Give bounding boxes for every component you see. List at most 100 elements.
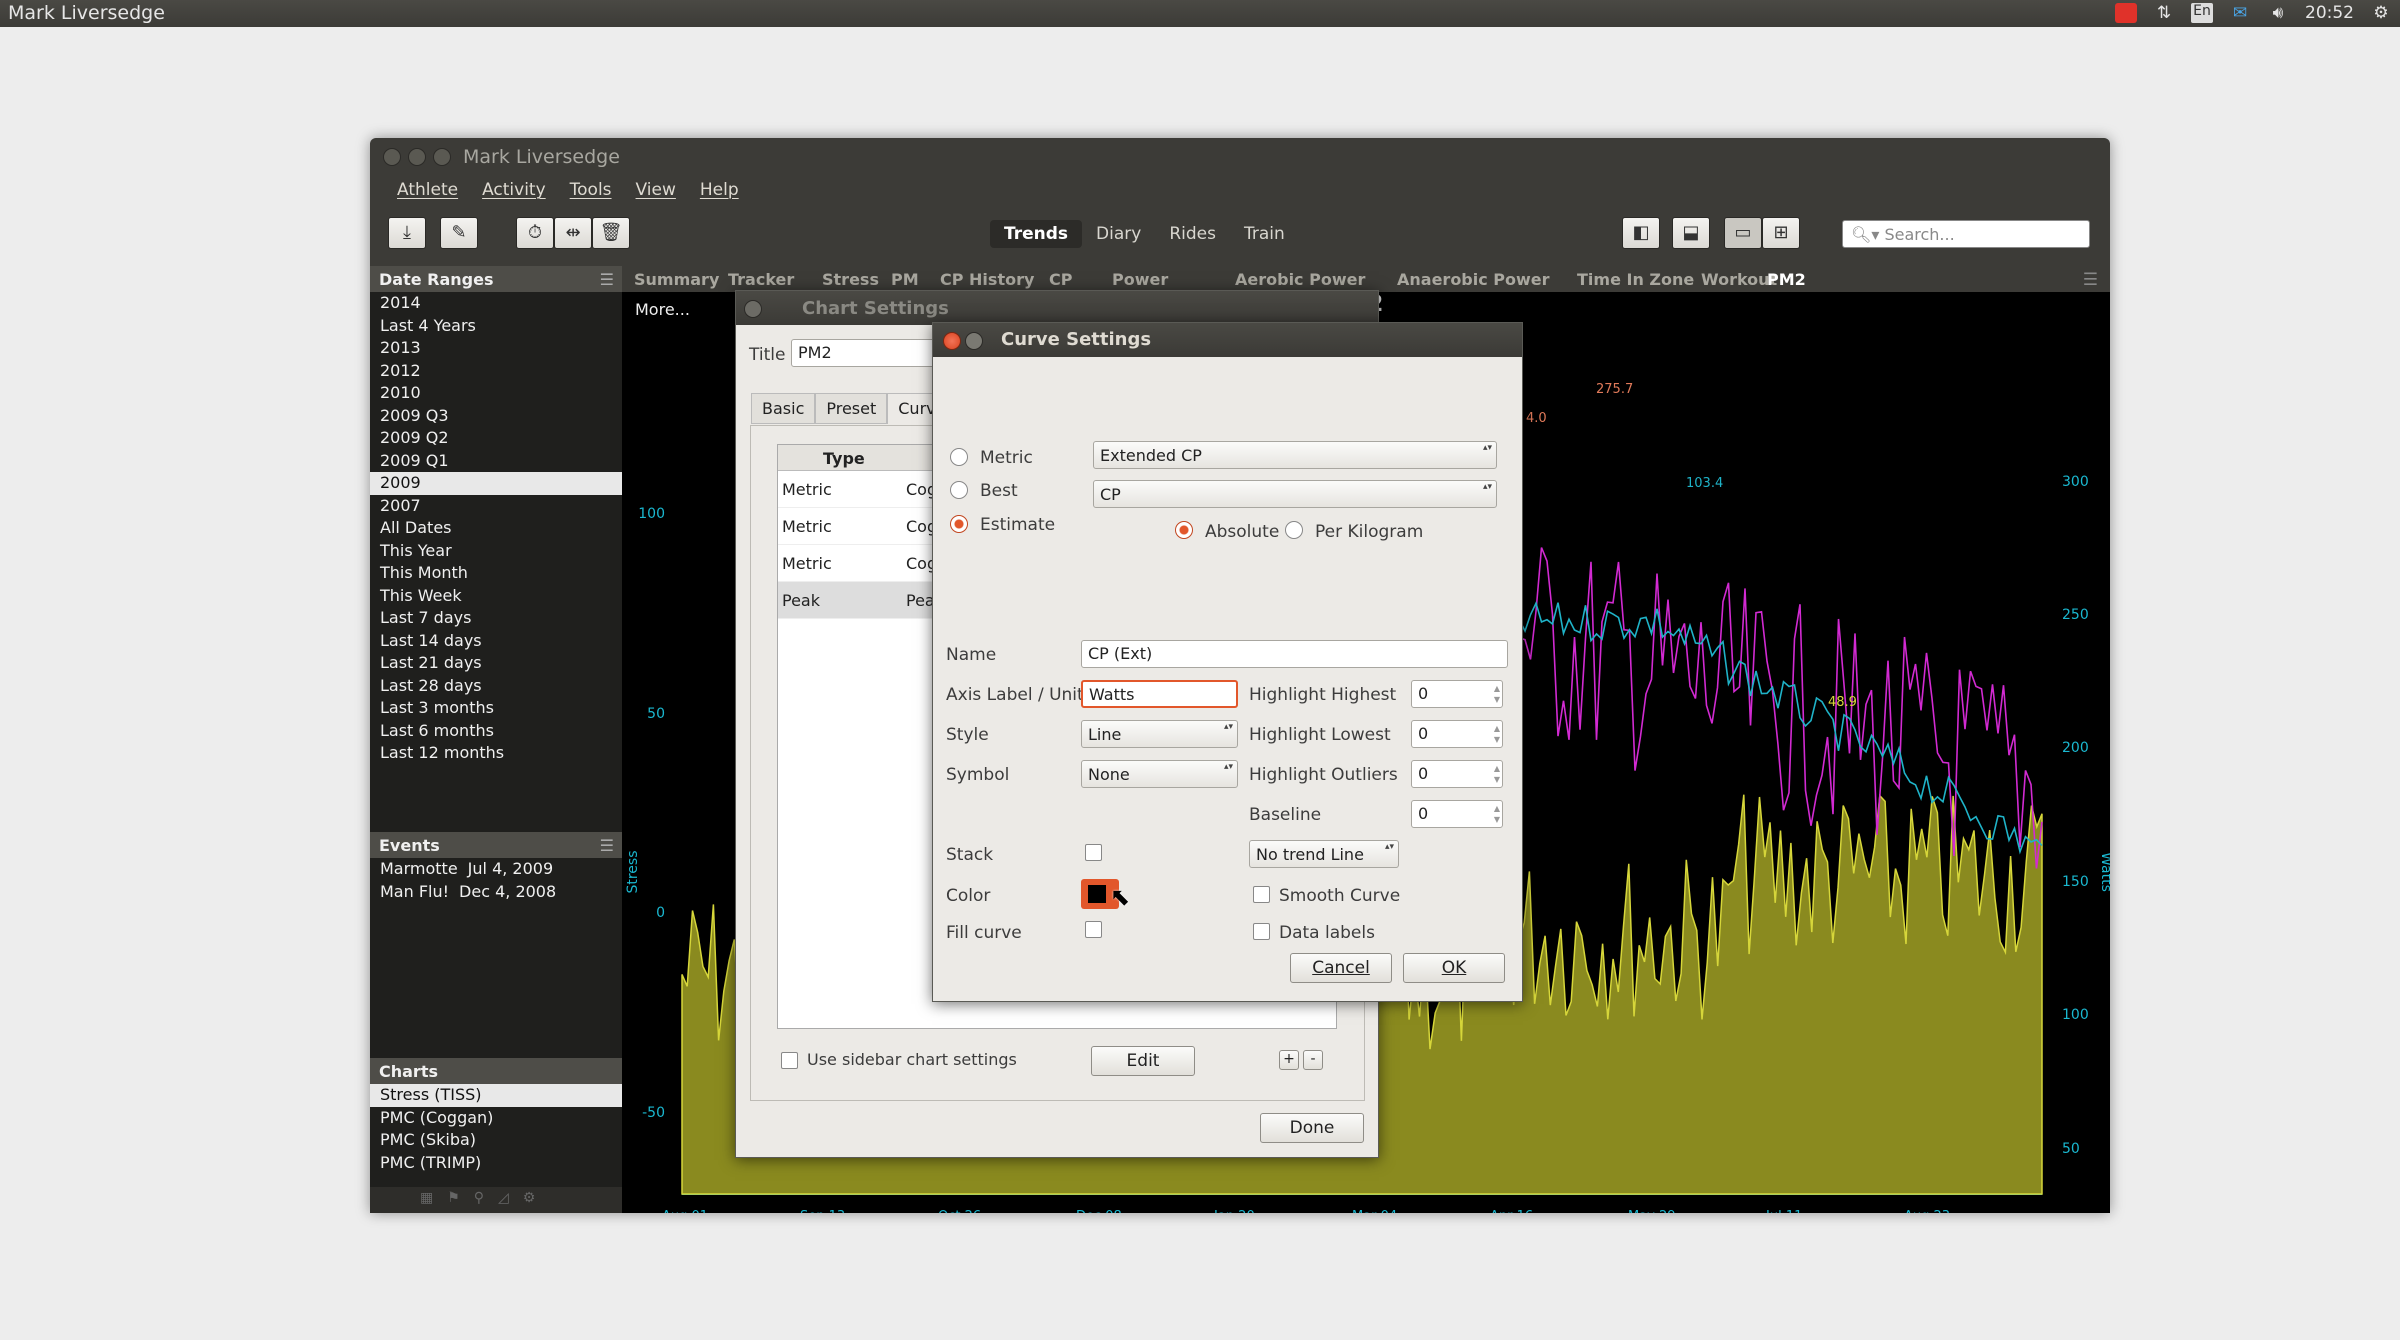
date-range-item[interactable]: This Month [370, 562, 622, 585]
date-range-item[interactable]: 2014 [370, 292, 622, 315]
split-icon[interactable]: ⇹ [554, 217, 592, 249]
chart-tab[interactable]: Stress [822, 270, 879, 289]
date-range-item[interactable]: 2007 [370, 495, 622, 518]
edit-button[interactable]: Edit [1091, 1046, 1195, 1076]
date-range-item[interactable]: 2010 [370, 382, 622, 405]
metric-select[interactable]: Extended CP [1093, 441, 1497, 469]
remove-curve-button[interactable]: - [1303, 1050, 1323, 1070]
chart-tab[interactable]: CP [1049, 270, 1072, 289]
done-button[interactable]: Done [1260, 1113, 1364, 1143]
chart-tab[interactable]: Anaerobic Power [1397, 270, 1550, 289]
close-icon[interactable] [943, 332, 961, 350]
best-radio[interactable] [950, 481, 968, 499]
best-select[interactable]: CP [1093, 480, 1497, 508]
chart-list-item[interactable]: PMC (Coggan) [370, 1107, 622, 1130]
chart-tab[interactable]: Workout [1701, 270, 1777, 289]
date-range-item[interactable]: 2009 Q2 [370, 427, 622, 450]
menu-tools[interactable]: Tools [558, 176, 624, 206]
chart-tab[interactable]: PM2 [1767, 270, 1806, 289]
delete-icon[interactable]: 🗑︎ [592, 217, 630, 249]
trend-select[interactable]: No trend Line [1249, 840, 1399, 868]
view-diary[interactable]: Diary [1082, 220, 1155, 248]
tabs-menu-icon[interactable]: ☰ [2083, 270, 2098, 290]
tab-preset[interactable]: Preset [815, 393, 888, 424]
fill-curve-checkbox[interactable] [1085, 921, 1102, 938]
name-input[interactable]: CP (Ext) [1081, 640, 1508, 668]
close-window-button[interactable] [383, 148, 401, 166]
chart-tab[interactable]: CP History [940, 270, 1034, 289]
menu-view[interactable]: View [624, 176, 688, 206]
mail-icon[interactable]: ✉ [2229, 3, 2251, 23]
view-train[interactable]: Train [1230, 220, 1299, 248]
per-kilogram-radio[interactable] [1285, 521, 1303, 539]
smooth-curve-checkbox[interactable] [1253, 886, 1270, 903]
chart-list-item[interactable]: PMC (Skiba) [370, 1129, 622, 1152]
gear-icon[interactable]: ⚙ [2370, 3, 2392, 23]
view-rides[interactable]: Rides [1155, 220, 1230, 248]
tab-basic[interactable]: Basic [751, 393, 816, 424]
date-range-item[interactable]: Last 12 months [370, 742, 622, 765]
chart-tab[interactable]: Summary [634, 270, 719, 289]
minimize-icon[interactable] [965, 332, 983, 350]
tile-layout-icon[interactable]: ⊞ [1762, 217, 1800, 249]
highlight-highest-spin[interactable]: 0 ▲ ▼ [1411, 680, 1503, 708]
view-trends[interactable]: Trends [990, 220, 1083, 248]
cancel-button[interactable]: Cancel [1290, 953, 1392, 983]
tab-layout-icon[interactable]: ▭ [1724, 217, 1762, 249]
indicator-icon[interactable] [2115, 3, 2137, 23]
menu-activity[interactable]: Activity [470, 176, 558, 206]
style-select[interactable]: Line [1081, 720, 1238, 748]
search-input[interactable]: 🔍︎▾ Search... [1842, 220, 2090, 248]
date-range-item[interactable]: Last 6 months [370, 720, 622, 743]
clock[interactable]: 20:52 [2305, 3, 2354, 23]
absolute-radio[interactable] [1175, 521, 1193, 539]
chart-list-item[interactable]: Stress (TISS) [370, 1084, 622, 1107]
menu-athlete[interactable]: Athlete [385, 176, 470, 206]
more-button[interactable]: More... [635, 300, 690, 319]
chart-list-item[interactable]: PMC (TRIMP) [370, 1152, 622, 1175]
close-icon[interactable] [744, 300, 762, 318]
highlight-outliers-spin[interactable]: 0 ▲ ▼ [1411, 760, 1503, 788]
date-range-item[interactable]: This Year [370, 540, 622, 563]
chart-tab[interactable]: Power [1112, 270, 1168, 289]
date-range-item[interactable]: 2009 [370, 472, 622, 495]
date-range-item[interactable]: 2013 [370, 337, 622, 360]
toggle-bottom-icon[interactable]: ⬓ [1672, 217, 1710, 249]
download-icon[interactable]: ⤓ [388, 217, 426, 249]
baseline-spin[interactable]: 0 ▲ ▼ [1411, 800, 1503, 828]
add-curve-button[interactable]: + [1279, 1050, 1299, 1070]
network-icon[interactable]: ⇅ [2153, 3, 2175, 23]
menu-help[interactable]: Help [688, 176, 751, 206]
date-range-item[interactable]: This Week [370, 585, 622, 608]
estimate-radio[interactable] [950, 515, 968, 533]
ok-button[interactable]: OK [1403, 953, 1505, 983]
date-range-item[interactable]: Last 3 months [370, 697, 622, 720]
menu-icon[interactable]: ☰ [600, 270, 614, 289]
date-range-item[interactable]: Last 4 Years [370, 315, 622, 338]
chart-tab[interactable]: Time In Zone [1577, 270, 1694, 289]
date-range-item[interactable]: 2009 Q1 [370, 450, 622, 473]
maximize-window-button[interactable] [433, 148, 451, 166]
event-item[interactable]: Man Flu! Dec 4, 2008 [370, 881, 622, 904]
date-range-item[interactable]: All Dates [370, 517, 622, 540]
use-sidebar-checkbox[interactable] [781, 1052, 798, 1069]
keyboard-layout-icon[interactable]: En [2191, 3, 2213, 23]
toggle-sidebar-icon[interactable]: ◧ [1622, 217, 1660, 249]
stack-checkbox[interactable] [1085, 844, 1102, 861]
metric-radio[interactable] [950, 448, 968, 466]
stopwatch-icon[interactable]: ⏱ [516, 217, 554, 249]
chart-tab[interactable]: Tracker [728, 270, 794, 289]
menu-icon[interactable]: ☰ [600, 836, 614, 855]
date-range-item[interactable]: Last 7 days [370, 607, 622, 630]
data-labels-checkbox[interactable] [1253, 923, 1270, 940]
highlight-lowest-spin[interactable]: 0 ▲ ▼ [1411, 720, 1503, 748]
date-range-item[interactable]: Last 21 days [370, 652, 622, 675]
event-item[interactable]: Marmotte Jul 4, 2009 [370, 858, 622, 881]
axis-label-input[interactable]: Watts [1081, 680, 1238, 708]
chart-tab[interactable]: Aerobic Power [1235, 270, 1365, 289]
date-range-item[interactable]: Last 14 days [370, 630, 622, 653]
symbol-select[interactable]: None [1081, 760, 1238, 788]
edit-icon[interactable]: ✎ [440, 217, 478, 249]
minimize-window-button[interactable] [408, 148, 426, 166]
date-range-item[interactable]: Last 28 days [370, 675, 622, 698]
